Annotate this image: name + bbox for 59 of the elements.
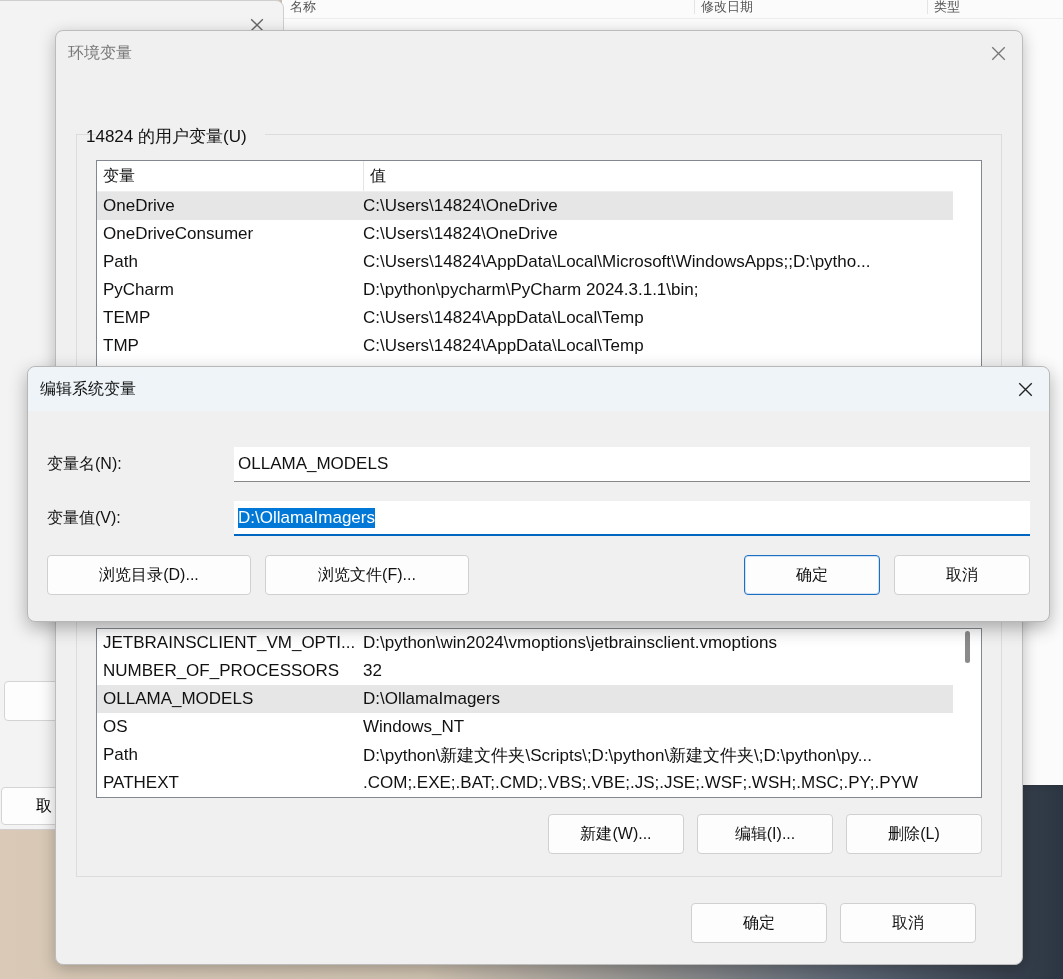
list-action-button[interactable]: 删除(L) <box>846 814 982 854</box>
variable-value: C:\Users\14824\OneDrive <box>363 224 559 244</box>
list-row[interactable]: OS Windows_NT <box>97 713 953 741</box>
variable-name: Path <box>102 745 139 765</box>
variable-value: C:\Users\14824\OneDrive <box>363 196 559 216</box>
list-row[interactable]: Path C:\Users\14824\AppData\Local\Microsoft\WindowsApps;;D:\pytho... <box>97 248 953 276</box>
close-icon[interactable] <box>1018 381 1033 397</box>
browse-button[interactable]: 浏览目录(D)... <box>47 555 251 595</box>
variable-name: Path <box>102 252 139 272</box>
variable-value: D:\python\win2024\vmoptions\jetbrainsclient.vmoptions <box>363 633 778 653</box>
variable-value: 32 <box>363 661 383 681</box>
group-label: 14824 的用户变量(U) <box>85 126 248 148</box>
dialog-button[interactable]: 取消 <box>894 555 1030 595</box>
variable-value: Windows_NT <box>363 717 466 737</box>
dialog-button[interactable]: 确定 <box>691 903 827 943</box>
variable-name: TEMP <box>102 308 152 328</box>
column-header[interactable]: 类型 <box>927 0 960 14</box>
variable-name: OneDriveConsumer <box>102 224 255 244</box>
variable-name: OLLAMA_MODELS <box>102 689 255 709</box>
variable-name: JETBRAINSCLIENT_VM_OPTI... <box>102 633 357 653</box>
list-row[interactable]: Path D:\python\新建文件夹\Scripts\;D:\python\新建文件夹\;D:\python\py... <box>97 741 953 769</box>
column-header[interactable]: 变量 <box>97 161 364 191</box>
browse-button[interactable]: 浏览文件(F)... <box>265 555 469 595</box>
list-action-button[interactable]: 新建(W)... <box>548 814 684 854</box>
column-header[interactable]: 名称 <box>290 0 316 14</box>
list-row[interactable]: NUMBER_OF_PROCESSORS 32 <box>97 657 953 685</box>
list-row[interactable]: TEMP C:\Users\14824\AppData\Local\Temp <box>97 304 953 332</box>
field-label: 变量名(N): <box>47 454 123 474</box>
list-row[interactable]: PyCharm D:\python\pycharm\PyCharm 2024.3.1.1\bin; <box>97 276 953 304</box>
variable-value: D:\OllamaImagers <box>363 689 501 709</box>
list-row[interactable]: OLLAMA_MODELS D:\OllamaImagers <box>97 685 953 713</box>
variable-name: TMP <box>102 336 140 356</box>
window-title: 编辑系统变量 <box>40 378 136 399</box>
variable-value: D:\python\pycharm\PyCharm 2024.3.1.1\bin; <box>363 280 700 300</box>
list-row[interactable]: TMP C:\Users\14824\AppData\Local\Temp <box>97 332 953 360</box>
list-row[interactable]: OneDrive C:\Users\14824\OneDrive <box>97 192 953 220</box>
variable-name: PyCharm <box>102 280 175 300</box>
list-row[interactable]: PATHEXT .COM;.EXE;.BAT;.CMD;.VBS;.VBE;.JS;.JSE;.WSF;.WSH;.MSC;.PY;.PYW <box>97 769 953 797</box>
variable-value: D:\python\新建文件夹\Scripts\;D:\python\新建文件夹\;D:\python\py... <box>363 744 873 767</box>
scrollbar-thumb[interactable] <box>965 631 970 663</box>
column-header[interactable]: 值 <box>364 161 386 191</box>
window-title: 环境变量 <box>68 42 132 63</box>
list-row[interactable]: OneDriveConsumer C:\Users\14824\OneDrive <box>97 220 953 248</box>
variable-name: OneDrive <box>102 196 176 216</box>
dialog-button[interactable]: 取消 <box>840 903 976 943</box>
variable-name: NUMBER_OF_PROCESSORS <box>102 661 341 681</box>
input-field[interactable]: D:\OllamaImagers <box>234 501 1030 536</box>
variable-value: C:\Users\14824\AppData\Local\Temp <box>363 308 645 328</box>
variable-value: C:\Users\14824\AppData\Local\Temp <box>363 336 645 356</box>
variable-name: PATHEXT <box>102 773 180 793</box>
variable-name: OS <box>102 717 129 737</box>
field-label: 变量值(V): <box>47 508 122 528</box>
dialog-button[interactable]: 确定 <box>744 555 880 595</box>
input-field[interactable]: OLLAMA_MODELS <box>234 447 1030 482</box>
column-header[interactable]: 修改日期 <box>694 0 753 14</box>
variable-value: .COM;.EXE;.BAT;.CMD;.VBS;.VBE;.JS;.JSE;.WSF;.WSH;.MSC;.PY;.PYW <box>363 773 919 793</box>
variable-value: C:\Users\14824\AppData\Local\Microsoft\WindowsApps;;D:\pytho... <box>363 252 872 272</box>
list-action-button[interactable]: 编辑(I)... <box>697 814 833 854</box>
list-row[interactable]: JETBRAINSCLIENT_VM_OPTI... D:\python\win2024\vmoptions\jetbrainsclient.vmoptions <box>97 629 953 657</box>
